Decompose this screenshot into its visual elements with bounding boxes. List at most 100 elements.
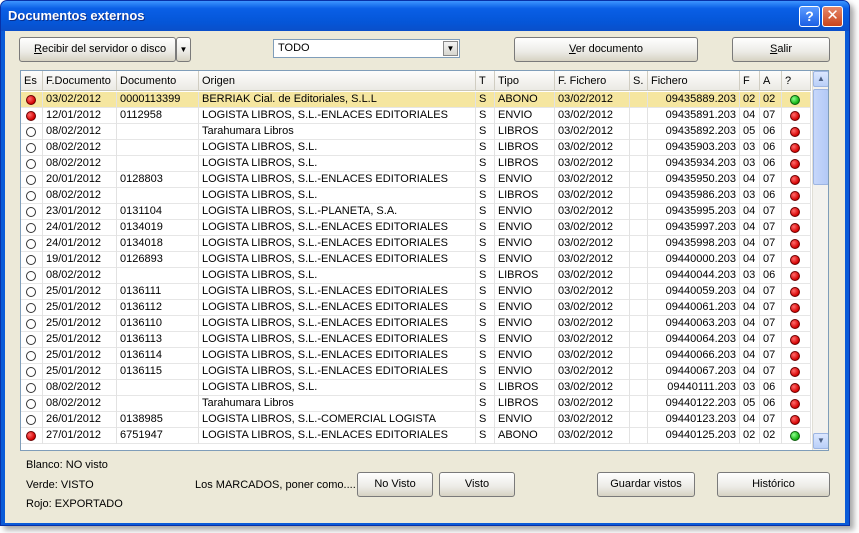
documents-grid[interactable]: Es F.Documento Documento Origen T Tipo F. Fich… (20, 70, 829, 451)
cell-f: 05 (740, 124, 760, 140)
cell-fichero: 09440059.203 (648, 284, 740, 300)
table-row[interactable]: 08/02/2012 Tarahumara Libros S LIBROS 03/02/… (21, 124, 811, 140)
cell-f: 04 (740, 412, 760, 428)
cell-f: 04 (740, 316, 760, 332)
help-button[interactable]: ? (799, 6, 820, 27)
table-row[interactable]: 24/01/2012 0134018 LOGISTA LIBROS, S.L.-EN… (21, 236, 811, 252)
visto-button[interactable]: Visto (439, 472, 515, 497)
cell-a: 07 (760, 364, 782, 380)
cell-fecha-fichero: 03/02/2012 (555, 188, 630, 204)
cell-tipo: ENVIO (495, 412, 555, 428)
table-row[interactable]: 25/01/2012 0136111 LOGISTA LIBROS, S.L.-EN… (21, 284, 811, 300)
cell-status (21, 284, 43, 300)
column-header-fecha-documento[interactable]: F.Documento (43, 71, 117, 91)
status-blanco-icon (26, 175, 36, 185)
exit-button[interactable]: Salir (732, 37, 830, 62)
column-header-documento[interactable]: Documento (117, 71, 199, 91)
cell-t: S (476, 220, 495, 236)
table-row[interactable]: 23/01/2012 0131104 LOGISTA LIBROS, S.L.-PL… (21, 204, 811, 220)
scroll-thumb[interactable] (813, 89, 828, 185)
column-header-check[interactable]: ? (782, 71, 811, 91)
chevron-down-icon[interactable]: ▼ (443, 41, 458, 56)
title-bar[interactable]: Documentos externos ? ✕ (1, 1, 849, 31)
historico-button[interactable]: Histórico (717, 472, 830, 497)
exit-label: alir (777, 43, 792, 55)
cell-a: 02 (760, 428, 782, 444)
table-row[interactable]: 25/01/2012 0136114 LOGISTA LIBROS, S.L.-EN… (21, 348, 811, 364)
cell-a: 02 (760, 92, 782, 108)
column-header-fecha-fichero[interactable]: F. Fichero (555, 71, 630, 91)
table-row[interactable]: 08/02/2012 LOGISTA LIBROS, S.L. S LIBROS 03/… (21, 188, 811, 204)
no-visto-button[interactable]: No Visto (357, 472, 433, 497)
status-rojo-icon (790, 255, 800, 265)
legend-verde: Verde: VISTO (26, 479, 94, 491)
table-row[interactable]: 08/02/2012 LOGISTA LIBROS, S.L. S LIBROS 03/… (21, 268, 811, 284)
cell-t: S (476, 188, 495, 204)
column-header-a[interactable]: A (760, 71, 782, 91)
table-row[interactable]: 25/01/2012 0136110 LOGISTA LIBROS, S.L.-EN… (21, 316, 811, 332)
table-row[interactable]: 19/01/2012 0126893 LOGISTA LIBROS, S.L.-EN… (21, 252, 811, 268)
table-row[interactable]: 25/01/2012 0136113 LOGISTA LIBROS, S.L.-EN… (21, 332, 811, 348)
column-header-origen[interactable]: Origen (199, 71, 476, 91)
column-header-status[interactable]: Es (21, 71, 43, 91)
table-row[interactable]: 26/01/2012 0138985 LOGISTA LIBROS, S.L.-CO… (21, 412, 811, 428)
cell-f: 04 (740, 252, 760, 268)
status-blanco-icon (26, 143, 36, 153)
cell-t: S (476, 108, 495, 124)
cell-fecha-documento: 08/02/2012 (43, 140, 117, 156)
status-blanco-icon (26, 319, 36, 329)
cell-check (782, 252, 811, 268)
column-header-fichero[interactable]: Fichero (648, 71, 740, 91)
cell-fichero: 09440066.203 (648, 348, 740, 364)
status-blanco-icon (26, 383, 36, 393)
vertical-scrollbar[interactable]: ▲ ▼ (812, 71, 828, 450)
cell-status (21, 300, 43, 316)
close-icon: ✕ (826, 7, 839, 24)
cell-origen: LOGISTA LIBROS, S.L. (199, 188, 476, 204)
column-header-f[interactable]: F (740, 71, 760, 91)
cell-origen: LOGISTA LIBROS, S.L.-ENLACES EDITORIALES (199, 284, 476, 300)
table-row[interactable]: 27/01/2012 6751947 LOGISTA LIBROS, S.L.-EN… (21, 428, 811, 444)
chevron-down-icon: ▼ (179, 45, 188, 54)
filter-select[interactable]: TODO ▼ (273, 39, 460, 58)
cell-f: 04 (740, 364, 760, 380)
scroll-up-button[interactable]: ▲ (813, 71, 828, 87)
table-row[interactable]: 20/01/2012 0128803 LOGISTA LIBROS, S.L.-EN… (21, 172, 811, 188)
scroll-down-button[interactable]: ▼ (813, 433, 828, 449)
cell-status (21, 268, 43, 284)
cell-documento: 0000113399 (117, 92, 199, 108)
guardar-vistos-button[interactable]: Guardar vistos (597, 472, 695, 497)
table-row[interactable]: 08/02/2012 LOGISTA LIBROS, S.L. S LIBROS 03/… (21, 156, 811, 172)
column-header-t[interactable]: T (476, 71, 495, 91)
cell-fecha-fichero: 03/02/2012 (555, 396, 630, 412)
column-header-tipo[interactable]: Tipo (495, 71, 555, 91)
table-row[interactable]: 03/02/2012 0000113399 BERRIAK Cial. de Edi… (21, 92, 811, 108)
cell-a: 07 (760, 348, 782, 364)
cell-f: 05 (740, 396, 760, 412)
cell-fichero: 09440063.203 (648, 316, 740, 332)
status-blanco-icon (26, 367, 36, 377)
receive-dropdown-button[interactable]: ▼ (176, 37, 191, 62)
cell-s (630, 188, 648, 204)
cell-f: 04 (740, 348, 760, 364)
view-document-button[interactable]: Ver documento (514, 37, 698, 62)
cell-tipo: ENVIO (495, 220, 555, 236)
table-row[interactable]: 08/02/2012 LOGISTA LIBROS, S.L. S LIBROS 03/… (21, 140, 811, 156)
cell-status (21, 348, 43, 364)
cell-documento (117, 124, 199, 140)
client-area: Recibir del servidor o disco ▼ TODO ▼ Ve… (5, 31, 845, 523)
cell-status (21, 220, 43, 236)
table-row[interactable]: 25/01/2012 0136112 LOGISTA LIBROS, S.L.-EN… (21, 300, 811, 316)
table-row[interactable]: 24/01/2012 0134019 LOGISTA LIBROS, S.L.-EN… (21, 220, 811, 236)
table-row[interactable]: 25/01/2012 0136115 LOGISTA LIBROS, S.L.-EN… (21, 364, 811, 380)
cell-origen: Tarahumara Libros (199, 124, 476, 140)
cell-t: S (476, 124, 495, 140)
column-header-s[interactable]: S. (630, 71, 648, 91)
close-button[interactable]: ✕ (822, 6, 843, 27)
receive-button[interactable]: Recibir del servidor o disco (19, 37, 176, 62)
table-row[interactable]: 08/02/2012 Tarahumara Libros S LIBROS 03/02/… (21, 396, 811, 412)
cell-origen: LOGISTA LIBROS, S.L.-COMERCIAL LOGISTA (199, 412, 476, 428)
table-row[interactable]: 08/02/2012 LOGISTA LIBROS, S.L. S LIBROS 03/… (21, 380, 811, 396)
cell-fecha-fichero: 03/02/2012 (555, 412, 630, 428)
table-row[interactable]: 12/01/2012 0112958 LOGISTA LIBROS, S.L.-EN… (21, 108, 811, 124)
